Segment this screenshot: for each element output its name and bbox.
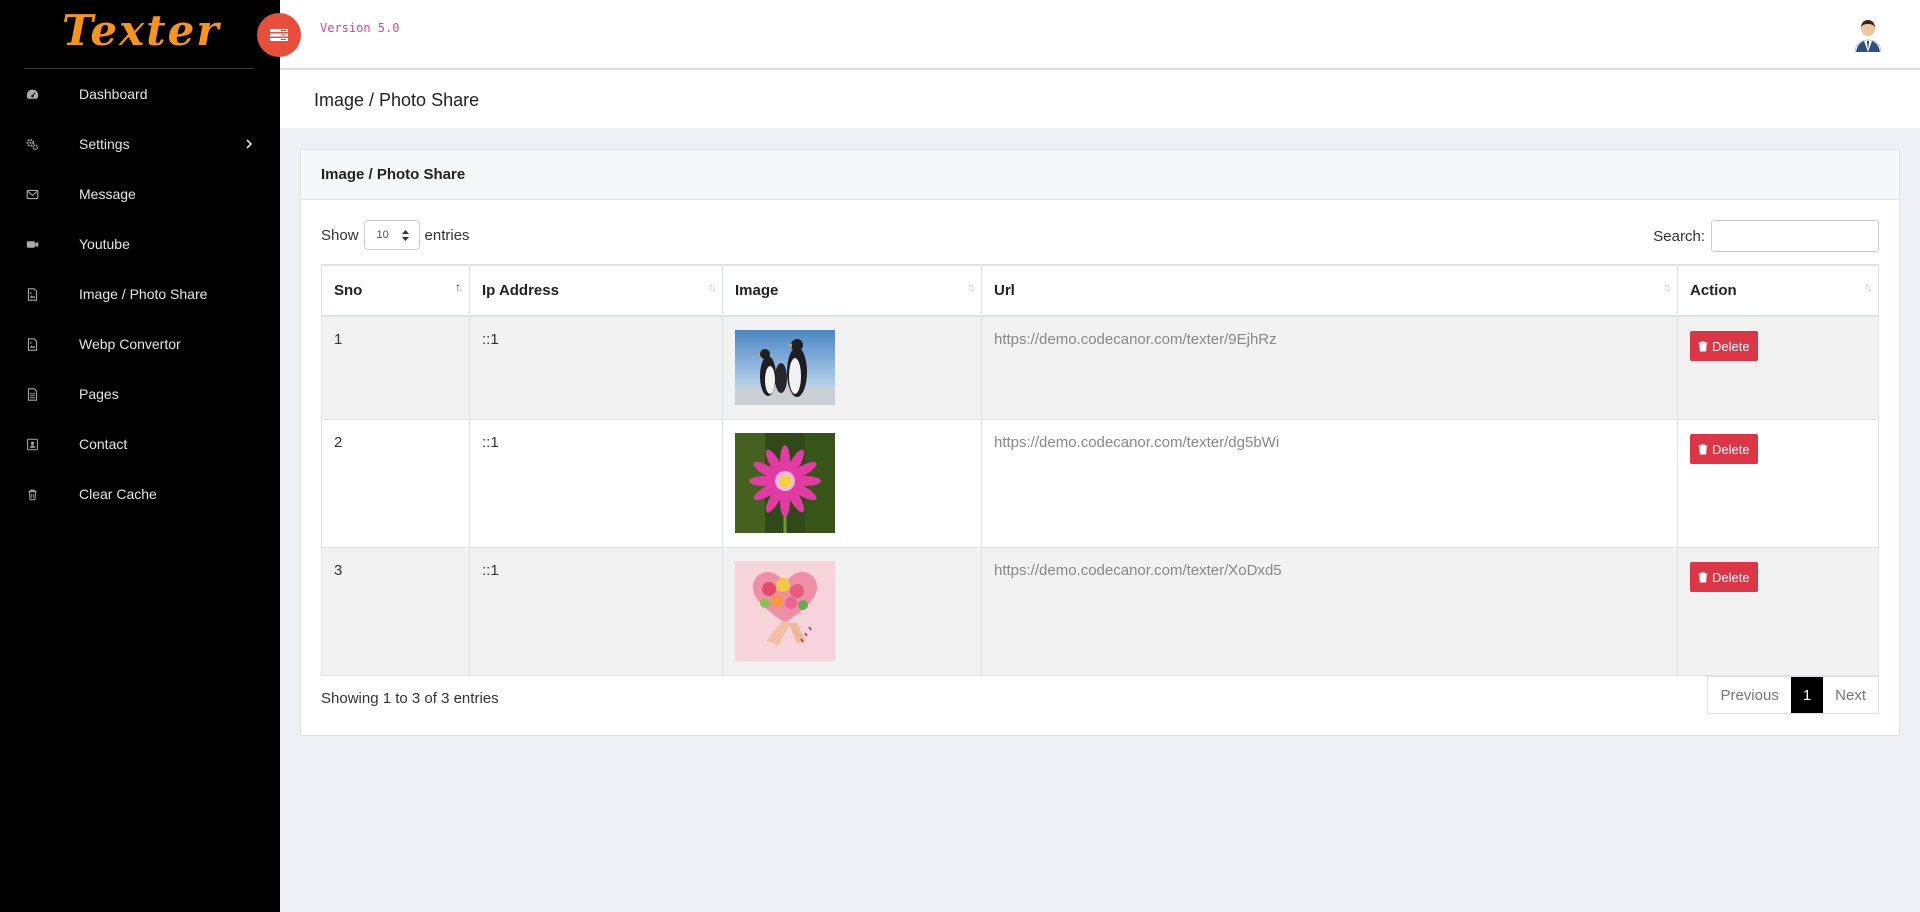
- dashboard-icon: [25, 87, 39, 101]
- page-title-bar: Image / Photo Share: [280, 70, 1920, 128]
- trash-icon: [25, 487, 39, 501]
- show-label: Show: [321, 226, 359, 244]
- cell-sno: 3: [321, 547, 470, 676]
- column-header-action[interactable]: Action ↑↓: [1677, 264, 1879, 317]
- image-file-icon: [25, 287, 39, 301]
- table-row: 3 ::1 https://demo.codecanor.com/texter/…: [321, 547, 1879, 676]
- table-info: Showing 1 to 3 of 3 entries: [321, 690, 499, 707]
- sidebar-toggle-button[interactable]: [257, 13, 301, 57]
- video-camera-icon: [25, 237, 39, 251]
- cell-url[interactable]: https://demo.codecanor.com/texter/XoDxd5: [981, 547, 1678, 676]
- chevron-right-icon: [246, 139, 253, 149]
- card-title: Image / Photo Share: [301, 150, 1899, 200]
- sidebar-item-label: Image / Photo Share: [79, 286, 208, 302]
- sort-icon: ↑↓: [1864, 280, 1873, 294]
- pagination-page-1[interactable]: 1: [1790, 677, 1824, 713]
- contact-card-icon: [25, 437, 39, 451]
- cell-action: Delete: [1677, 419, 1879, 548]
- sidebar-item-webp-convertor[interactable]: Webp Convertor: [0, 319, 280, 369]
- cell-image: [722, 419, 982, 548]
- sidebar-item-youtube[interactable]: Youtube: [0, 219, 280, 269]
- image-share-card: Image / Photo Share Show 10 entries Sear…: [300, 149, 1900, 736]
- sidebar-item-label: Settings: [79, 136, 130, 152]
- cell-action: Delete: [1677, 315, 1879, 420]
- search-label: Search:: [1653, 227, 1705, 245]
- cell-ip: ::1: [469, 315, 723, 420]
- sidebar-item-dashboard[interactable]: Dashboard: [0, 69, 280, 119]
- heart-bouquet-thumbnail[interactable]: [735, 561, 835, 661]
- pagination-next[interactable]: Next: [1823, 677, 1878, 713]
- pagination: Previous 1 Next: [1707, 676, 1879, 714]
- cell-sno: 2: [321, 419, 470, 548]
- sort-icon: ↑↓: [967, 280, 976, 294]
- sort-icon: ↑↓: [1663, 280, 1672, 294]
- cell-action: Delete: [1677, 547, 1879, 676]
- cogs-icon: [25, 137, 39, 151]
- app-logo[interactable]: Texter: [62, 6, 220, 55]
- sort-icon: ↑↓: [708, 280, 717, 294]
- sidebar-item-label: Dashboard: [79, 86, 148, 102]
- document-icon: [25, 387, 39, 401]
- pink-flower-thumbnail[interactable]: [735, 433, 835, 533]
- cell-image: [722, 547, 982, 676]
- entries-label: entries: [424, 226, 470, 244]
- sidebar-item-label: Contact: [79, 436, 128, 452]
- delete-button[interactable]: Delete: [1690, 331, 1758, 361]
- penguins-thumbnail[interactable]: [735, 330, 835, 405]
- pagination-previous[interactable]: Previous: [1708, 677, 1790, 713]
- column-header-url[interactable]: Url ↑↓: [981, 264, 1678, 317]
- cell-image: [722, 315, 982, 420]
- table-row: 2 ::1 https://demo.codecanor.com/texter/…: [321, 419, 1879, 548]
- trash-icon: [1698, 340, 1708, 351]
- page-length-value: 10: [376, 229, 389, 241]
- cell-ip: ::1: [469, 547, 723, 676]
- delete-button[interactable]: Delete: [1690, 562, 1758, 592]
- table-row: 1 ::1 https://demo.codecanor.com/texter/…: [321, 315, 1879, 420]
- menu-toggle-icon: [270, 29, 288, 41]
- envelope-icon: [25, 187, 39, 201]
- sidebar: Texter Dashboard Settings Message Youtub…: [0, 0, 280, 912]
- sidebar-item-pages[interactable]: Pages: [0, 369, 280, 419]
- sidebar-item-label: Message: [79, 186, 136, 202]
- column-header-sno[interactable]: Sno ↑↓: [321, 264, 470, 317]
- cell-sno: 1: [321, 315, 470, 420]
- trash-icon: [1698, 571, 1708, 582]
- page-length-control: Show 10 entries: [321, 220, 470, 250]
- user-avatar-icon: [1854, 20, 1882, 53]
- cell-url[interactable]: https://demo.codecanor.com/texter/dg5bWi: [981, 419, 1678, 548]
- sidebar-item-message[interactable]: Message: [0, 169, 280, 219]
- version-label: Version 5.0: [320, 21, 400, 35]
- sidebar-item-contact[interactable]: Contact: [0, 419, 280, 469]
- column-header-image[interactable]: Image ↑↓: [722, 264, 982, 317]
- sidebar-item-label: Webp Convertor: [79, 336, 181, 352]
- column-header-ip-address[interactable]: Ip Address ↑↓: [469, 264, 723, 317]
- user-avatar[interactable]: [1852, 16, 1884, 53]
- sidebar-item-image-photo-share[interactable]: Image / Photo Share: [0, 269, 280, 319]
- sidebar-nav: Dashboard Settings Message Youtube Image…: [0, 69, 280, 519]
- sidebar-item-settings[interactable]: Settings: [0, 119, 280, 169]
- page-length-select[interactable]: 10: [363, 220, 420, 250]
- sidebar-item-label: Pages: [79, 386, 119, 402]
- page-title: Image / Photo Share: [314, 90, 480, 110]
- search-input[interactable]: [1711, 220, 1879, 252]
- trash-icon: [1698, 443, 1708, 454]
- cell-url[interactable]: https://demo.codecanor.com/texter/9EjhRz: [981, 315, 1678, 420]
- cell-ip: ::1: [469, 419, 723, 548]
- delete-button[interactable]: Delete: [1690, 434, 1758, 464]
- sidebar-item-label: Clear Cache: [79, 486, 157, 502]
- image-file-icon: [25, 337, 39, 351]
- sort-caret-icon: [401, 229, 409, 241]
- top-header: [280, 0, 1920, 69]
- sort-asc-icon: ↑↓: [455, 280, 464, 294]
- search-control: Search:: [1653, 220, 1879, 252]
- sidebar-item-clear-cache[interactable]: Clear Cache: [0, 469, 280, 519]
- images-table: Sno ↑↓ Ip Address ↑↓ Image ↑↓ Url ↑↓ Action ↑…: [321, 264, 1879, 676]
- sidebar-item-label: Youtube: [79, 236, 130, 252]
